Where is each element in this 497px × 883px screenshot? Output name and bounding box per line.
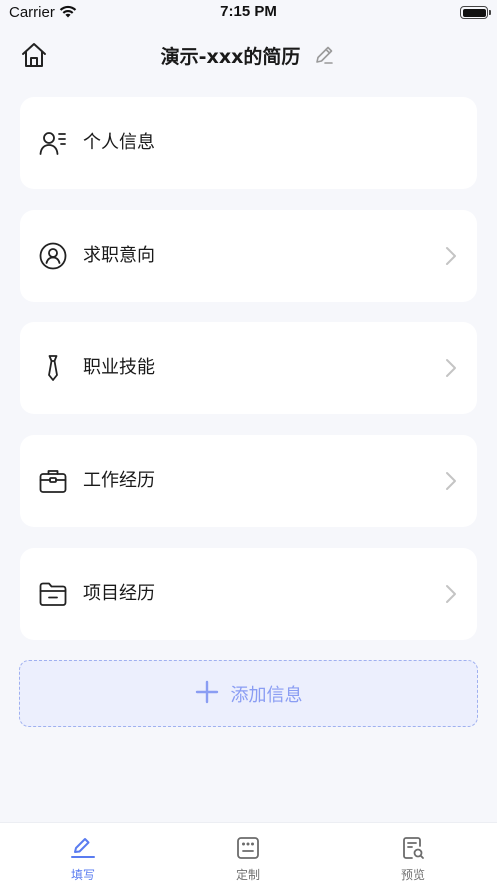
chevron-right-icon — [443, 582, 459, 606]
nav-bar: 演示-xxx的简历 — [0, 26, 497, 84]
section-card-project-experience[interactable]: 项目经历 — [20, 548, 477, 640]
tab-customize[interactable]: 定制 — [188, 823, 308, 883]
tab-fill[interactable]: 填写 — [23, 823, 143, 883]
section-label: 项目经历 — [83, 583, 155, 604]
pencil-icon[interactable] — [312, 43, 336, 67]
tab-label: 填写 — [70, 868, 95, 882]
section-card-skills[interactable]: 职业技能 — [20, 322, 477, 414]
user-circle-icon — [38, 241, 68, 271]
page-title: 演示-xxx的简历 — [160, 45, 301, 68]
tab-preview[interactable]: 预览 — [353, 823, 473, 883]
section-label: 个人信息 — [83, 132, 155, 153]
tab-label: 定制 — [235, 868, 260, 882]
person-info-icon — [38, 128, 68, 158]
tab-bar: 填写 定制 预览 — [0, 822, 497, 883]
section-label: 职业技能 — [83, 357, 155, 378]
chevron-right-icon — [443, 469, 459, 493]
title-group: 演示-xxx的简历 — [0, 26, 497, 84]
section-label: 求职意向 — [83, 245, 155, 266]
status-bar: Carrier 7:15 PM — [0, 0, 497, 26]
chevron-right-icon — [443, 244, 459, 268]
tie-icon — [38, 353, 68, 383]
add-info-button[interactable]: 添加信息 — [19, 660, 478, 727]
add-info-label: 添加信息 — [230, 684, 303, 706]
section-card-job-intention[interactable]: 求职意向 — [20, 210, 477, 302]
clock: 7:15 PM — [220, 3, 277, 20]
battery-icon — [460, 6, 491, 19]
preview-icon — [400, 835, 426, 861]
section-card-work-experience[interactable]: 工作经历 — [20, 435, 477, 527]
template-icon — [235, 835, 261, 861]
pen-icon — [70, 835, 96, 861]
folder-icon — [38, 579, 68, 609]
tab-label: 预览 — [400, 868, 425, 882]
section-label: 工作经历 — [83, 470, 155, 491]
section-card-personal-info[interactable]: 个人信息 — [20, 97, 477, 189]
plus-icon — [195, 680, 219, 708]
chevron-right-icon — [443, 356, 459, 380]
briefcase-icon — [38, 466, 68, 496]
